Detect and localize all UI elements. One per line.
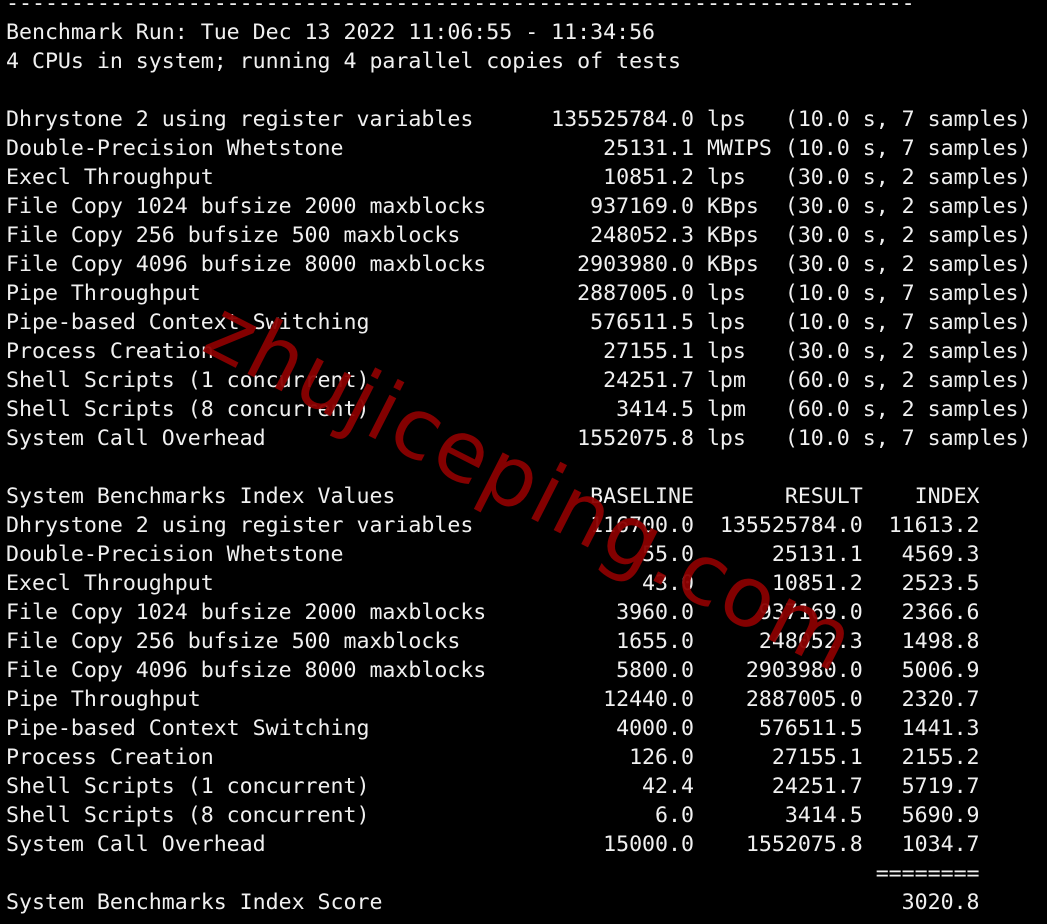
result-row: File Copy 256 bufsize 500 maxblocks 2480… bbox=[6, 223, 1032, 248]
index-row: Pipe-based Context Switching 4000.0 5765… bbox=[6, 716, 980, 741]
result-row: Pipe-based Context Switching 576511.5 lp… bbox=[6, 310, 1032, 335]
index-table: Dhrystone 2 using register variables 116… bbox=[6, 511, 1031, 859]
index-row: System Call Overhead 15000.0 1552075.8 1… bbox=[6, 832, 980, 857]
index-row: File Copy 256 bufsize 500 maxblocks 1655… bbox=[6, 629, 980, 654]
index-header-line: System Benchmarks Index Values BASELINE … bbox=[6, 484, 980, 509]
result-row: Shell Scripts (1 concurrent) 24251.7 lpm… bbox=[6, 368, 1032, 393]
result-row: Dhrystone 2 using register variables 135… bbox=[6, 107, 1032, 132]
index-row: Shell Scripts (8 concurrent) 6.0 3414.5 … bbox=[6, 803, 980, 828]
results-block: Dhrystone 2 using register variables 135… bbox=[6, 105, 1031, 453]
terminal-output: ----------------------------------------… bbox=[6, 0, 1031, 917]
index-row: Execl Throughput 43.0 10851.2 2523.5 bbox=[6, 571, 980, 596]
index-row: Double-Precision Whetstone 55.0 25131.1 … bbox=[6, 542, 980, 567]
index-row: Dhrystone 2 using register variables 116… bbox=[6, 513, 980, 538]
cpu-info-line: 4 CPUs in system; running 4 parallel cop… bbox=[6, 49, 681, 74]
index-row: File Copy 4096 bufsize 8000 maxblocks 58… bbox=[6, 658, 980, 683]
index-row: File Copy 1024 bufsize 2000 maxblocks 39… bbox=[6, 600, 980, 625]
result-row: Execl Throughput 10851.2 lps (30.0 s, 2 … bbox=[6, 165, 1032, 190]
result-row: File Copy 4096 bufsize 8000 maxblocks 29… bbox=[6, 252, 1032, 277]
benchmark-run-line: Benchmark Run: Tue Dec 13 2022 11:06:55 … bbox=[6, 20, 656, 45]
separator-line: ----------------------------------------… bbox=[6, 0, 915, 16]
result-row: System Call Overhead 1552075.8 lps (10.0… bbox=[6, 426, 1032, 451]
index-row: Pipe Throughput 12440.0 2887005.0 2320.7 bbox=[6, 687, 980, 712]
result-row: Shell Scripts (8 concurrent) 3414.5 lpm … bbox=[6, 397, 1032, 422]
index-row: Process Creation 126.0 27155.1 2155.2 bbox=[6, 745, 980, 770]
result-row: File Copy 1024 bufsize 2000 maxblocks 93… bbox=[6, 194, 1032, 219]
index-rule-line: ======== bbox=[6, 861, 980, 886]
result-row: Process Creation 27155.1 lps (30.0 s, 2 … bbox=[6, 339, 1032, 364]
result-row: Double-Precision Whetstone 25131.1 MWIPS… bbox=[6, 136, 1032, 161]
index-row: Shell Scripts (1 concurrent) 42.4 24251.… bbox=[6, 774, 980, 799]
index-score-line: System Benchmarks Index Score 3020.8 bbox=[6, 890, 980, 915]
result-row: Pipe Throughput 2887005.0 lps (10.0 s, 7… bbox=[6, 281, 1032, 306]
